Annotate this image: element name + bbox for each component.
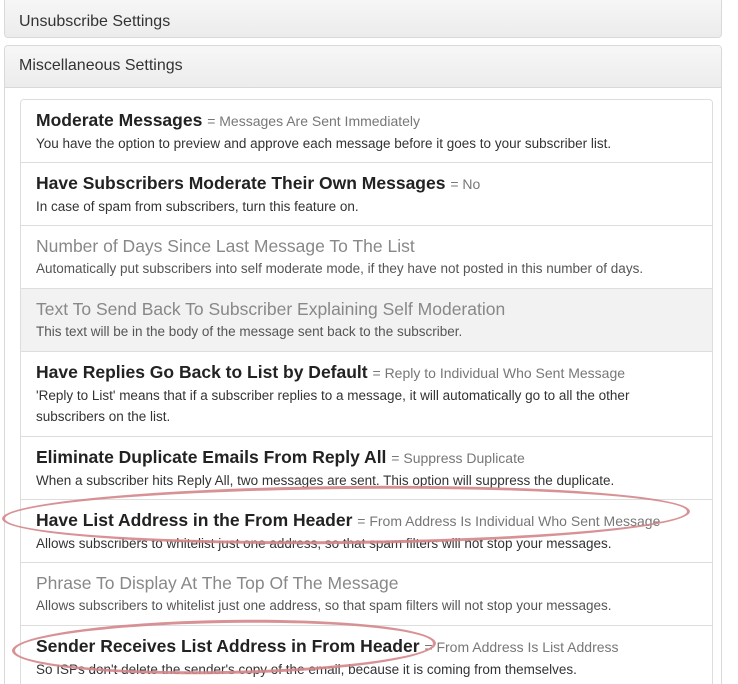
setting-title[interactable]: Have List Address in the From Header [36,510,352,530]
setting-title[interactable]: Text To Send Back To Subscriber Explaini… [36,299,505,319]
setting-value: = From Address Is Individual Who Sent Me… [357,513,661,529]
setting-replies-to-list[interactable]: Have Replies Go Back to List by Default … [21,352,712,437]
setting-title[interactable]: Have Replies Go Back to List by Default [36,362,368,382]
setting-description: When a subscriber hits Reply All, two me… [36,473,615,488]
setting-value: = Messages Are Sent Immediately [207,113,421,129]
setting-value: = From Address Is List Address [424,639,619,655]
setting-moderate-messages[interactable]: Moderate Messages = Messages Are Sent Im… [21,100,712,163]
setting-description: You have the option to preview and appro… [36,136,612,151]
setting-subscribers-moderate-own[interactable]: Have Subscribers Moderate Their Own Mess… [21,163,712,226]
setting-eliminate-duplicates[interactable]: Eliminate Duplicate Emails From Reply Al… [21,437,712,500]
setting-description: Automatically put subscribers into self … [36,261,644,276]
setting-value: = Suppress Duplicate [391,450,525,466]
unsubscribe-settings-title: Unsubscribe Settings [19,13,171,30]
setting-title[interactable]: Phrase To Display At The Top Of The Mess… [36,573,399,593]
setting-description: Allows subscribers to whitelist just one… [36,536,612,551]
setting-description: 'Reply to List' means that if a subscrib… [36,388,630,424]
setting-value: = No [450,176,481,192]
miscellaneous-settings-header[interactable]: Miscellaneous Settings [5,46,721,88]
setting-self-moderation-text[interactable]: Text To Send Back To Subscriber Explaini… [21,289,712,352]
setting-list-address-from-header[interactable]: Have List Address in the From Header = F… [21,500,712,563]
setting-title[interactable]: Have Subscribers Moderate Their Own Mess… [36,173,445,193]
setting-description: This text will be in the body of the mes… [36,324,463,339]
setting-title[interactable]: Moderate Messages [36,110,202,130]
unsubscribe-settings-header[interactable]: Unsubscribe Settings [4,0,722,38]
setting-sender-receives-list-address[interactable]: Sender Receives List Address in From Hea… [21,626,712,684]
setting-title[interactable]: Eliminate Duplicate Emails From Reply Al… [36,447,386,467]
setting-phrase-top-of-message[interactable]: Phrase To Display At The Top Of The Mess… [21,563,712,626]
setting-description: In case of spam from subscribers, turn t… [36,199,359,214]
setting-days-since-last-message[interactable]: Number of Days Since Last Message To The… [21,226,712,289]
miscellaneous-settings-panel: Miscellaneous Settings Moderate Messages… [4,45,722,684]
miscellaneous-settings-title: Miscellaneous Settings [19,57,183,74]
setting-description: So ISPs don't delete the sender's copy o… [36,662,577,677]
setting-title[interactable]: Number of Days Since Last Message To The… [36,236,415,256]
setting-title[interactable]: Sender Receives List Address in From Hea… [36,636,420,656]
settings-list: Moderate Messages = Messages Are Sent Im… [20,99,713,684]
setting-value: = Reply to Individual Who Sent Message [372,365,626,381]
setting-description: Allows subscribers to whitelist just one… [36,598,612,613]
